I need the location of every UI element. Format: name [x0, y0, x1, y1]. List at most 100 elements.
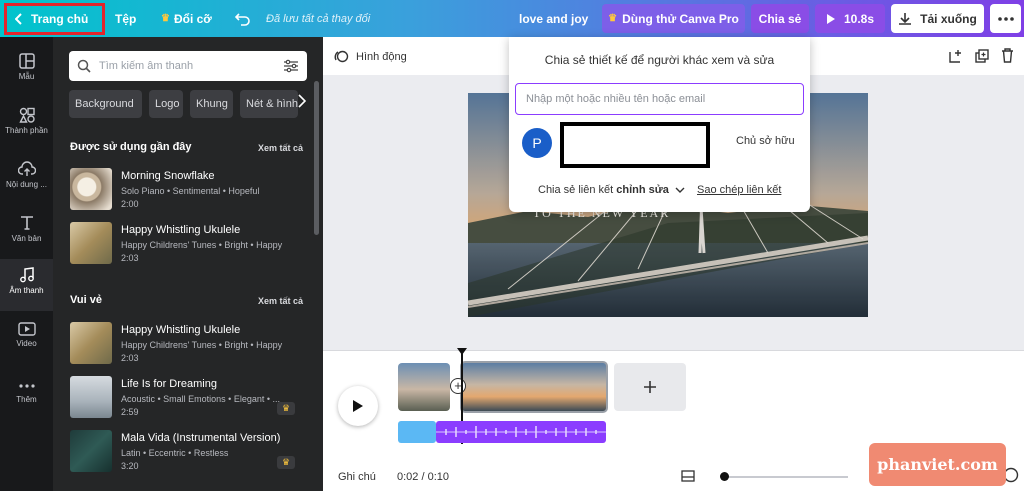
- audio-search-box[interactable]: Tìm kiếm âm thanh: [69, 51, 307, 81]
- track-meta: Acoustic • Small Emotions • Elegant • ..…: [121, 394, 281, 404]
- animate-button[interactable]: Hình động: [334, 49, 407, 64]
- rail-label: Văn bản: [11, 234, 42, 243]
- text-icon: [20, 216, 33, 230]
- share-link-mode: chỉnh sửa: [616, 184, 669, 196]
- track-item[interactable]: Mala Vida (Instrumental Version) Latin •…: [70, 430, 310, 474]
- track-item[interactable]: Happy Whistling Ukulele Happy Childrens'…: [70, 322, 310, 366]
- design-title[interactable]: love and joy: [519, 0, 588, 37]
- track-item[interactable]: Morning Snowflake Solo Piano • Sentiment…: [70, 168, 310, 212]
- share-label: Chia sẻ: [758, 11, 802, 26]
- time-readout: 0:02 / 0:10: [397, 471, 449, 483]
- music-icon: [19, 267, 34, 283]
- audio-track-segment[interactable]: [398, 421, 436, 443]
- chip-background[interactable]: Background: [69, 90, 142, 118]
- home-button[interactable]: Trang chủ: [4, 3, 105, 35]
- rail-label: Thành phần: [5, 126, 48, 135]
- playhead-marker-icon[interactable]: [457, 348, 467, 355]
- animate-label: Hình động: [356, 50, 407, 63]
- share-link-dropdown[interactable]: Chia sẻ liên kết chỉnh sửa: [538, 184, 685, 196]
- play-icon: [353, 400, 363, 412]
- plus-icon: [644, 381, 656, 393]
- play-icon: [826, 13, 835, 24]
- track-meta: Happy Childrens' Tunes • Bright • Happy: [121, 340, 283, 350]
- rail-label: Âm thanh: [9, 286, 44, 295]
- rail-item-text[interactable]: Văn bản: [0, 215, 53, 265]
- rail-label: Thêm: [16, 395, 37, 404]
- search-input[interactable]: Tìm kiếm âm thanh: [99, 60, 283, 72]
- chip-logo[interactable]: Logo: [149, 90, 183, 118]
- video-icon: [17, 322, 36, 336]
- track-duration: 2:03: [121, 353, 139, 363]
- filter-icon[interactable]: [283, 59, 299, 73]
- timeline-clip[interactable]: [398, 363, 450, 411]
- more-horizontal-icon: [997, 16, 1014, 21]
- track-thumbnail: [70, 222, 112, 264]
- section-title-fun: Vui vẻ: [70, 294, 102, 306]
- crown-icon: ♛: [281, 403, 291, 413]
- watermark: phanviet.com: [869, 443, 1006, 486]
- rail-item-audio[interactable]: Âm thanh: [0, 259, 53, 311]
- section-title-recent: Được sử dụng gần đây: [70, 141, 192, 153]
- audio-track-segment[interactable]: [436, 421, 606, 443]
- chevron-left-icon: [15, 13, 22, 25]
- add-page-icon[interactable]: [949, 49, 963, 63]
- crown-icon: ♛: [281, 457, 291, 467]
- duplicate-page-icon[interactable]: [975, 49, 989, 63]
- track-duration: 2:00: [121, 199, 139, 209]
- share-popup-title: Chia sẻ thiết kế để người khác xem và sử…: [544, 53, 775, 67]
- file-menu[interactable]: Tệp: [115, 0, 136, 37]
- chips-scroll-right-icon[interactable]: [298, 94, 306, 108]
- search-icon: [77, 59, 91, 73]
- track-thumbnail: [70, 376, 112, 418]
- upload-icon: [17, 161, 36, 176]
- download-button[interactable]: Tải xuống: [891, 4, 984, 33]
- chip-shapes[interactable]: Nét & hình: [240, 90, 298, 118]
- rail-item-templates[interactable]: Mẫu: [0, 53, 53, 103]
- track-item[interactable]: Life Is for Dreaming Acoustic • Small Em…: [70, 376, 310, 420]
- try-pro-button[interactable]: ♛ Dùng thử Canva Pro: [602, 4, 745, 33]
- side-icon-rail: Mẫu Thành phần Nội dung ... Văn bản Âm t…: [0, 37, 53, 491]
- add-clip-button[interactable]: [614, 363, 686, 411]
- rail-item-elements[interactable]: Thành phần: [0, 107, 53, 157]
- zoom-slider-track[interactable]: [723, 476, 848, 478]
- notes-button[interactable]: Ghi chú: [338, 471, 376, 483]
- see-all-recent-link[interactable]: Xem tất cả: [258, 143, 303, 153]
- resize-button[interactable]: ♛ Đổi cỡ: [161, 0, 212, 37]
- more-options-button[interactable]: [990, 4, 1021, 33]
- audio-panel: Tìm kiếm âm thanh Background Logo Khung …: [53, 37, 323, 491]
- rail-label: Video: [16, 339, 37, 348]
- share-email-input[interactable]: Nhập một hoặc nhiều tên hoặc email: [515, 83, 804, 115]
- timeline-clip-selected[interactable]: [460, 361, 608, 413]
- home-label: Trang chủ: [31, 12, 89, 26]
- zoom-slider-handle[interactable]: [720, 472, 729, 481]
- share-link-prefix: Chia sẻ liên kết: [538, 184, 614, 196]
- track-title: Happy Whistling Ukulele: [121, 224, 241, 236]
- see-all-fun-link[interactable]: Xem tất cả: [258, 296, 303, 306]
- rail-item-uploads[interactable]: Nội dung ...: [0, 161, 53, 211]
- share-button[interactable]: Chia sẻ: [751, 4, 809, 33]
- track-duration: 2:59: [121, 407, 139, 417]
- undo-button[interactable]: [235, 0, 251, 37]
- rail-item-video[interactable]: Video: [0, 322, 53, 372]
- chip-frame[interactable]: Khung: [190, 90, 233, 118]
- top-bar: Trang chủ Tệp ♛ Đổi cỡ Đã lưu tất cả tha…: [0, 0, 1024, 37]
- copy-link-button[interactable]: Sao chép liên kết: [697, 184, 781, 196]
- template-icon: [18, 53, 35, 69]
- track-item[interactable]: Happy Whistling Ukulele Happy Childrens'…: [70, 222, 310, 266]
- panel-scrollbar[interactable]: [314, 81, 319, 235]
- timeline-play-button[interactable]: [338, 386, 378, 426]
- track-meta: Happy Childrens' Tunes • Bright • Happy: [121, 240, 283, 250]
- crown-icon: ♛: [161, 13, 170, 24]
- add-transition-icon[interactable]: +: [450, 378, 466, 394]
- undo-icon: [235, 12, 250, 26]
- pro-crown-badge: ♛: [277, 456, 295, 469]
- grid-view-icon[interactable]: [681, 470, 695, 482]
- animate-icon: [334, 50, 349, 63]
- rail-item-more[interactable]: Thêm: [0, 380, 53, 430]
- saved-status: Đã lưu tất cả thay đổi: [266, 12, 371, 25]
- rail-label: Mẫu: [18, 72, 35, 81]
- play-duration-button[interactable]: 10.8s: [815, 4, 885, 33]
- track-title: Happy Whistling Ukulele: [121, 324, 241, 336]
- delete-page-icon[interactable]: [1001, 48, 1014, 63]
- download-label: Tải xuống: [920, 11, 977, 26]
